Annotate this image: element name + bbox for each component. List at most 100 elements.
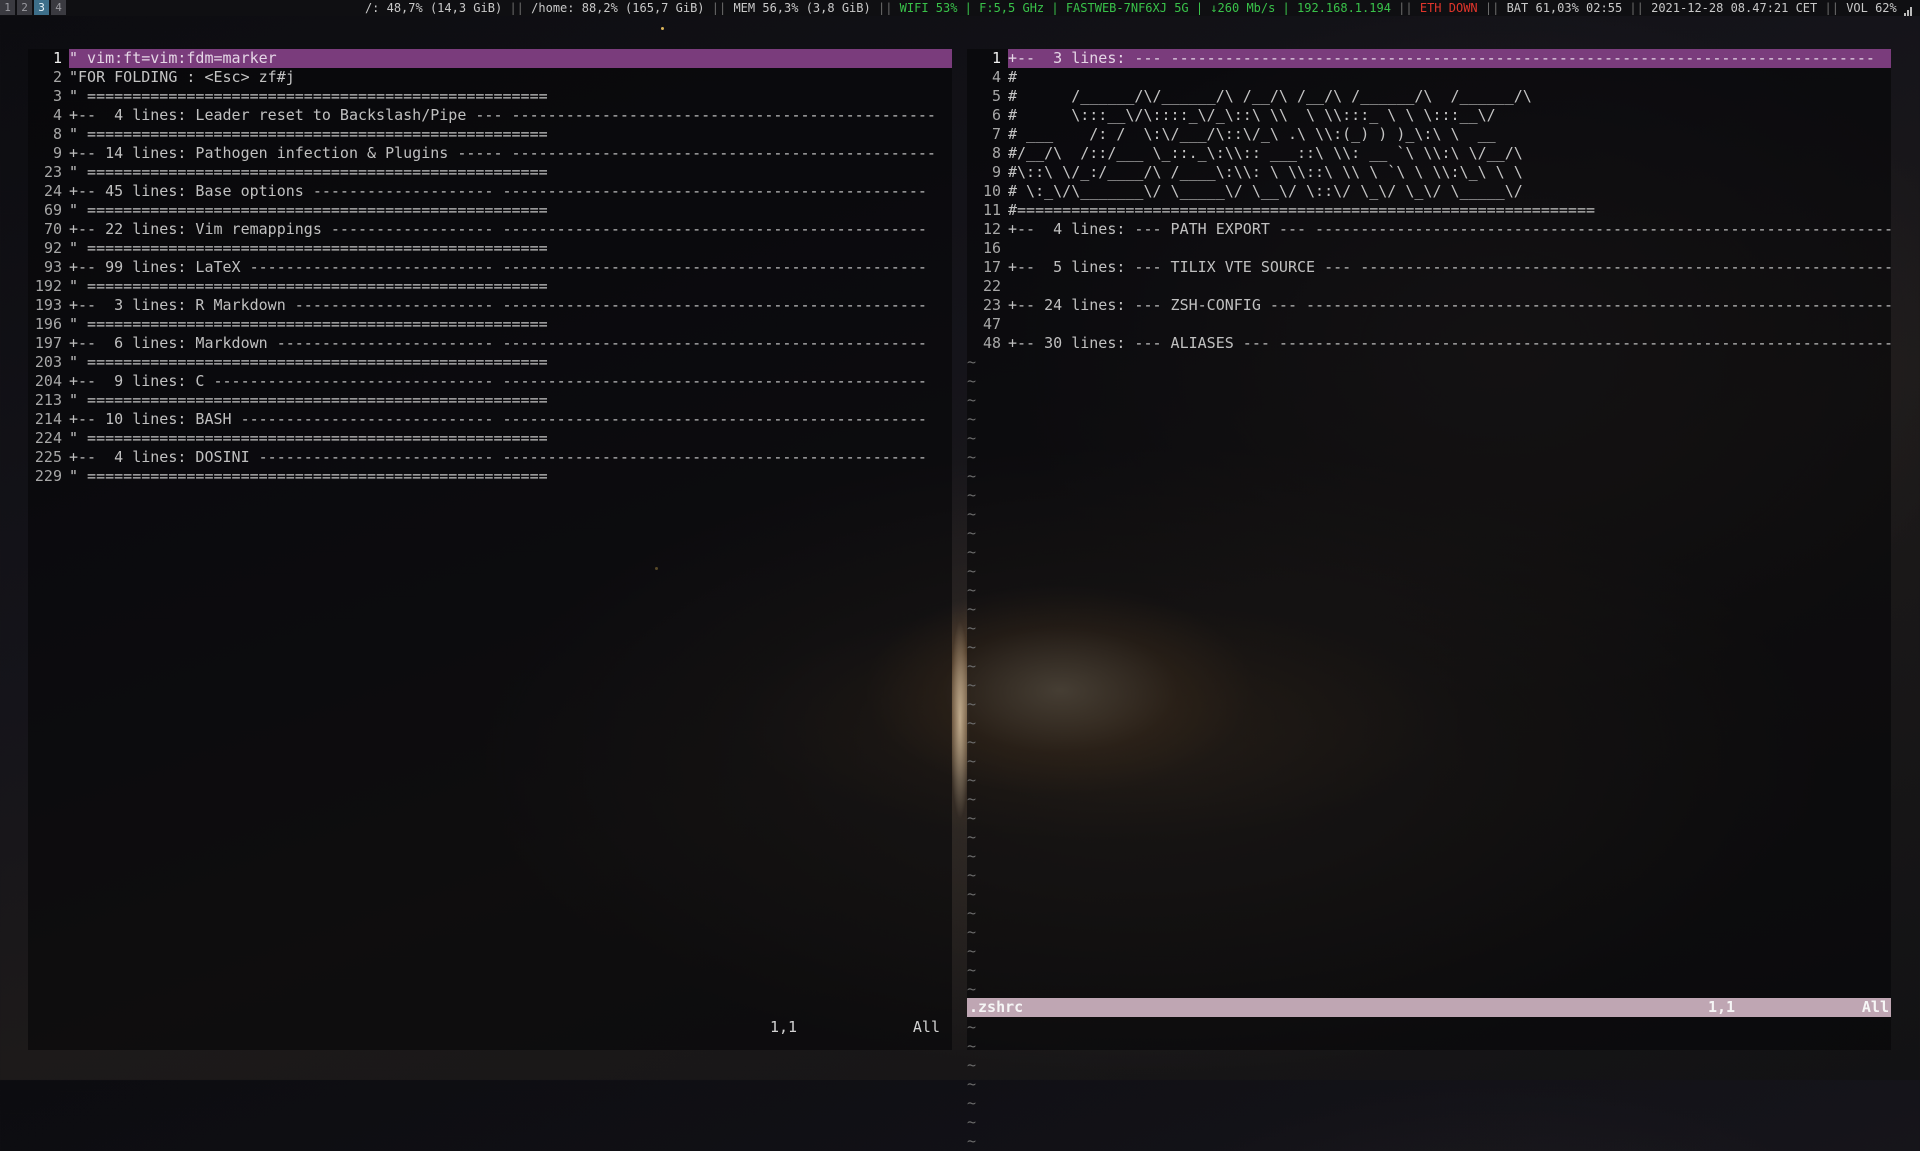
text-line[interactable]: 8 " =====================================… [28, 125, 952, 144]
fold-line[interactable]: 214 +-- 10 lines: BASH ------------------… [28, 410, 952, 429]
fold-line[interactable]: 204 +-- 9 lines: C ----------------------… [28, 372, 952, 391]
fold-line[interactable]: 48 +-- 30 lines: --- ALIASES --- --------… [967, 334, 1891, 353]
line-text[interactable] [1008, 239, 1891, 258]
text-line[interactable]: 69 " ====================================… [28, 201, 952, 220]
empty-line-tilde: ~ [967, 771, 977, 789]
line-text[interactable]: "FOR FOLDING : <Esc> zf#j [69, 68, 952, 87]
text-line[interactable]: 22 [967, 277, 1891, 296]
text-line[interactable]: 11 #=====================================… [967, 201, 1891, 220]
text-line[interactable]: 3 " =====================================… [28, 87, 952, 106]
line-text[interactable]: " ======================================… [69, 201, 952, 220]
fold-line[interactable]: 193 +-- 3 lines: R Markdown -------------… [28, 296, 952, 315]
fold-line[interactable]: 70 +-- 22 lines: Vim remappings ---------… [28, 220, 952, 239]
line-text[interactable]: #/__/\ /::/___ \_::._\:\\:: ___::\ \\: _… [1008, 144, 1891, 163]
text-line[interactable]: 229 " ===================================… [28, 467, 952, 486]
line-number: 10 [982, 182, 1001, 200]
buffer-lines[interactable]: 1 +-- 3 lines: --- ----------------------… [967, 49, 1891, 353]
vim-left-window[interactable]: 1 " vim:ft=vim:fdm=marker 2 "FOR FOLDING : … [28, 49, 952, 1050]
line-text[interactable]: " ======================================… [69, 429, 952, 448]
line-text[interactable]: +-- 10 lines: BASH ---------------------… [69, 410, 952, 429]
line-text[interactable]: +-- 5 lines: --- TILIX VTE SOURCE --- --… [1008, 258, 1891, 277]
text-line[interactable]: 4 # [967, 68, 1891, 87]
line-text[interactable]: +-- 22 lines: Vim remappings -----------… [69, 220, 952, 239]
line-text[interactable] [1008, 277, 1891, 296]
line-text[interactable]: " ======================================… [69, 467, 952, 486]
line-text[interactable]: +-- 9 lines: C -------------------------… [69, 372, 952, 391]
line-number: 193 [34, 296, 62, 314]
text-line[interactable]: 2 "FOR FOLDING : <Esc> zf#j [28, 68, 952, 87]
line-text[interactable]: +-- 99 lines: LaTeX --------------------… [69, 258, 952, 277]
line-text[interactable]: " ======================================… [69, 315, 952, 334]
text-line[interactable]: 8 #/__/\ /::/___ \_::._\:\\:: ___::\ \\: … [967, 144, 1891, 163]
vim-right-window[interactable]: 1 +-- 3 lines: --- ----------------------… [967, 49, 1891, 1150]
separator: || [1629, 1, 1644, 15]
workspace-1[interactable]: 1 [0, 0, 15, 15]
line-text[interactable]: #=======================================… [1008, 201, 1891, 220]
line-text[interactable]: # \:_\/\_______\/ \_____\/ \__\/ \::\/ \… [1008, 182, 1891, 201]
line-text[interactable]: +-- 4 lines: --- PATH EXPORT --- -------… [1008, 220, 1891, 239]
line-text[interactable]: +-- 3 lines: --- -----------------------… [1008, 49, 1891, 68]
line-text[interactable]: +-- 14 lines: Pathogen infection & Plugi… [69, 144, 952, 163]
fold-line[interactable]: 9 +-- 14 lines: Pathogen infection & Plug… [28, 144, 952, 163]
workspace-2[interactable]: 2 [17, 0, 32, 15]
fold-line[interactable]: 12 +-- 4 lines: --- PATH EXPORT --- -----… [967, 220, 1891, 239]
workspace-switcher[interactable]: 1234 [0, 0, 68, 16]
text-line[interactable]: 92 " ====================================… [28, 239, 952, 258]
line-number: 8 [52, 125, 62, 143]
empty-line-tilde: ~ [967, 429, 977, 447]
line-text[interactable]: # [1008, 68, 1891, 87]
text-line[interactable]: 5 # /______/\/______/\ /__/\ /__/\ /_____… [967, 87, 1891, 106]
text-line[interactable]: 1 " vim:ft=vim:fdm=marker [28, 49, 952, 68]
text-line[interactable]: 224 " ===================================… [28, 429, 952, 448]
line-text[interactable]: +-- 4 lines: DOSINI --------------------… [69, 448, 952, 467]
fold-line[interactable]: 93 +-- 99 lines: LaTeX ------------------… [28, 258, 952, 277]
star-decoration [661, 27, 664, 30]
text-line[interactable]: 196 " ===================================… [28, 315, 952, 334]
text-line[interactable]: 10 # \:_\/\_______\/ \_____\/ \__\/ \::\/… [967, 182, 1891, 201]
line-text[interactable]: " ======================================… [69, 277, 952, 296]
workspace-4[interactable]: 4 [51, 0, 66, 15]
line-text[interactable]: " ======================================… [69, 163, 952, 182]
line-text[interactable]: " ======================================… [69, 239, 952, 258]
line-text[interactable]: " ======================================… [69, 353, 952, 372]
text-line[interactable]: 6 # \:::__\/\::::_\/_\::\ \\ \ \\:::_ \ \… [967, 106, 1891, 125]
buffer-lines[interactable]: 1 " vim:ft=vim:fdm=marker 2 "FOR FOLDING : … [28, 49, 952, 486]
workspace-3[interactable]: 3 [34, 0, 49, 15]
line-text[interactable]: # /______/\/______/\ /__/\ /__/\ /______… [1008, 87, 1891, 106]
fold-line[interactable]: 225 +-- 4 lines: DOSINI -----------------… [28, 448, 952, 467]
line-number: 1 [52, 49, 62, 67]
empty-line-tilde: ~ [967, 391, 977, 409]
line-text[interactable]: +-- 4 lines: Leader reset to Backslash/P… [69, 106, 952, 125]
line-text[interactable]: +-- 24 lines: --- ZSH-CONFIG --- -------… [1008, 296, 1891, 315]
line-text[interactable]: +-- 6 lines: Markdown ------------------… [69, 334, 952, 353]
line-text[interactable]: " ======================================… [69, 391, 952, 410]
line-text[interactable]: #\::\ \/_:/____/\ /____\:\\: \ \\::\ \\ … [1008, 163, 1891, 182]
text-line[interactable]: 47 [967, 315, 1891, 334]
line-text[interactable]: # ___ /: / \:\/___/\::\/_\ .\ \\:(_) ) )… [1008, 125, 1891, 144]
line-number: 12 [982, 220, 1001, 238]
text-line[interactable]: 213 " ===================================… [28, 391, 952, 410]
fold-line[interactable]: 4 +-- 4 lines: Leader reset to Backslash/… [28, 106, 952, 125]
line-text[interactable]: # \:::__\/\::::_\/_\::\ \\ \ \\:::_ \ \ … [1008, 106, 1891, 125]
line-text[interactable]: +-- 45 lines: Base options -------------… [69, 182, 952, 201]
line-text[interactable]: " ======================================… [69, 125, 952, 144]
text-line[interactable]: 23 " ====================================… [28, 163, 952, 182]
fold-line[interactable]: 1 +-- 3 lines: --- ----------------------… [967, 49, 1891, 68]
line-text[interactable]: " ======================================… [69, 87, 952, 106]
text-line[interactable]: 16 [967, 239, 1891, 258]
text-line[interactable]: 203 " ===================================… [28, 353, 952, 372]
fold-line[interactable]: 17 +-- 5 lines: --- TILIX VTE SOURCE --- … [967, 258, 1891, 277]
line-text[interactable]: " vim:ft=vim:fdm=marker [69, 49, 952, 68]
line-text[interactable] [1008, 315, 1891, 334]
text-line[interactable]: 9 #\::\ \/_:/____/\ /____\:\\: \ \\::\ \\… [967, 163, 1891, 182]
empty-line-tilde: ~ [967, 942, 977, 960]
fold-line[interactable]: 197 +-- 6 lines: Markdown ---------------… [28, 334, 952, 353]
fold-line[interactable]: 24 +-- 45 lines: Base options -----------… [28, 182, 952, 201]
text-line[interactable]: 7 # ___ /: / \:\/___/\::\/_\ .\ \\:(_) ) … [967, 125, 1891, 144]
fold-line[interactable]: 23 +-- 24 lines: --- ZSH-CONFIG --- -----… [967, 296, 1891, 315]
text-line[interactable]: 192 " ===================================… [28, 277, 952, 296]
line-text[interactable]: +-- 3 lines: R Markdown ----------------… [69, 296, 952, 315]
line-text[interactable]: +-- 30 lines: --- ALIASES --- ----------… [1008, 334, 1891, 353]
empty-line-tilde: ~ [967, 410, 977, 428]
volume-status[interactable]: VOL 62% [1846, 1, 1897, 15]
